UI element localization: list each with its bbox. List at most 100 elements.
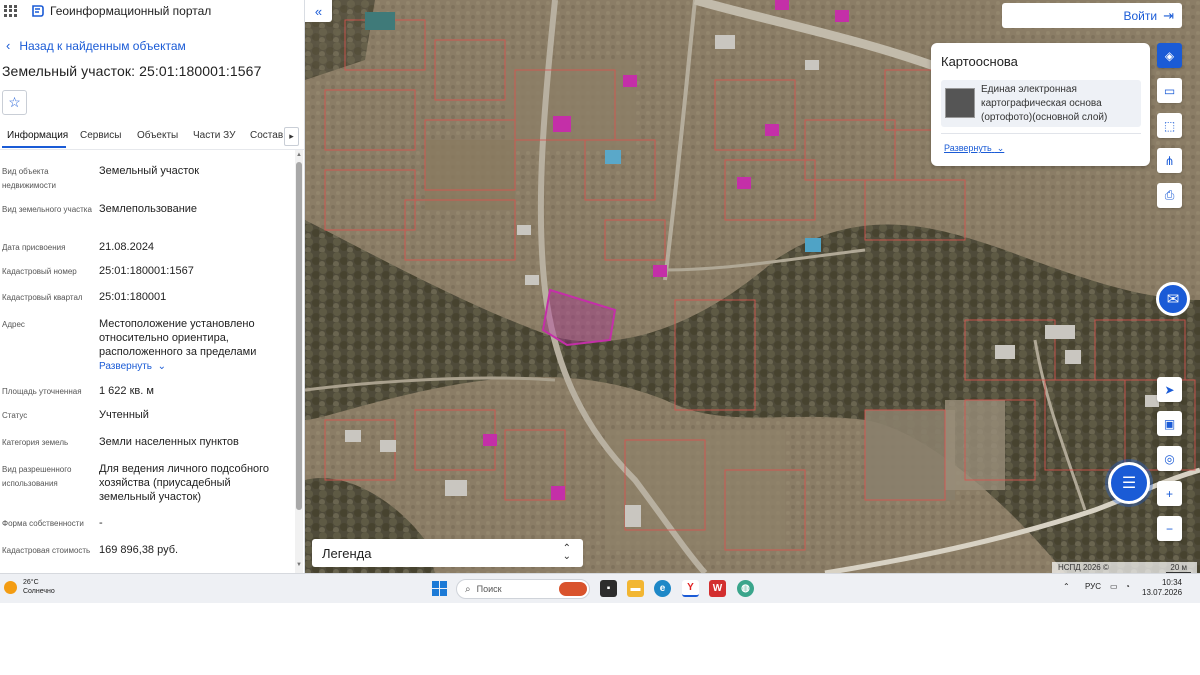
portal-header: Геоинформационный портал — [0, 0, 304, 22]
printer-icon: ⎙ — [1164, 188, 1175, 202]
minimap-button[interactable]: ▣ — [1157, 411, 1182, 436]
chevron-down-icon: ⌄ — [994, 143, 1005, 153]
login-button[interactable]: Войти ⇥ — [1002, 3, 1182, 28]
scroll-up-arrow-icon[interactable]: ▲ — [296, 152, 302, 158]
apps-grid-icon[interactable] — [4, 5, 17, 17]
portal-logo-icon — [32, 5, 44, 17]
message-icon: ☰ — [1121, 475, 1137, 492]
portal-title: Геоинформационный портал — [50, 4, 212, 18]
locate-button[interactable]: ➤ — [1157, 377, 1182, 402]
basemap-layer-name: Единая электронная картографическая осно… — [981, 84, 1108, 123]
login-label: Войти — [1123, 8, 1158, 23]
start-button[interactable] — [432, 581, 447, 596]
taskbar-search[interactable]: ⌕ Поиск — [456, 579, 590, 599]
panel-scrollbar[interactable]: ▲ ▼ — [295, 150, 303, 573]
language-indicator[interactable]: РУС — [1085, 582, 1101, 591]
sun-icon — [4, 580, 17, 594]
prop-label-cadastral-block: Кадастровый квартал — [2, 293, 83, 302]
layers-button[interactable]: ◈ — [1157, 43, 1182, 68]
prop-value-status: Учтенный — [99, 409, 149, 421]
print-button[interactable]: ⎙ — [1157, 183, 1182, 208]
prop-label-land-category: Категория земель — [2, 438, 69, 447]
measure-button[interactable]: ▭ — [1157, 78, 1182, 103]
prop-value-permitted-use: Для ведения личного подсобного хозяйства… — [99, 463, 270, 503]
tabs-scroll-right-button[interactable]: ▸ — [284, 127, 299, 146]
select-area-icon: ⬚ — [1163, 118, 1176, 133]
prop-value-cadastral-value: 169 896,38 руб. — [99, 544, 179, 556]
prop-value-cadastral-number: 25:01:180001:1567 — [99, 265, 194, 277]
support-chat-button[interactable]: ☰ — [1108, 462, 1150, 504]
prop-value-object-type: Земельный участок — [99, 165, 200, 177]
tab-composition[interactable]: Состав — [250, 130, 283, 141]
map-attribution: НСПД 2026 © 20 м — [1052, 562, 1197, 573]
windows-taskbar: 26°C Солнечно ⌕ Поиск ▪ ▬ e Y W ◍ ⌃ РУС … — [0, 573, 1200, 603]
select-area-button[interactable]: ⬚ — [1157, 113, 1182, 138]
search-icon: ⌕ — [465, 583, 471, 595]
scrollbar-thumb[interactable] — [296, 162, 302, 510]
weather-condition: Солнечно — [23, 588, 55, 595]
prop-label-assign-date: Дата присвоения — [2, 243, 66, 252]
back-link-label: Назад к найденным объектам — [19, 38, 186, 53]
globe-app-icon[interactable]: ◍ — [737, 580, 754, 597]
weather-widget[interactable]: 26°C Солнечно — [4, 578, 55, 596]
plus-icon: + — [1165, 486, 1173, 501]
basemap-title: Картооснова — [941, 54, 1018, 69]
collapse-panel-button[interactable]: « — [305, 0, 332, 22]
back-to-results-link[interactable]: ‹ Назад к найденным объектам — [6, 38, 186, 53]
tray-overflow-icon[interactable]: ⌃ — [1063, 582, 1070, 591]
task-view-icon[interactable]: ▪ — [600, 580, 617, 597]
file-explorer-icon[interactable]: ▬ — [627, 580, 644, 597]
basemap-expand-link[interactable]: Развернуть ⌄ — [944, 143, 1004, 154]
system-clock[interactable]: 10:34 13.07.2026 — [1142, 578, 1182, 598]
expand-collapse-icon: ⌃ ⌄ — [562, 543, 571, 562]
display-icon[interactable]: ▭ — [1110, 582, 1118, 591]
temperature: 26°C — [23, 579, 39, 586]
edge-browser-icon[interactable]: e — [654, 580, 671, 597]
tab-bar: Информация Сервисы Объекты Части ЗУ Сост… — [0, 124, 304, 150]
prop-label-cadastral-value: Кадастровая стоимость — [2, 546, 91, 555]
basemap-thumbnail — [945, 88, 975, 118]
active-tab-indicator — [2, 146, 66, 148]
prop-label-cadastral-number: Кадастровый номер — [2, 267, 77, 276]
chat-bubble-icon: ✉ — [1166, 291, 1180, 308]
prop-value-ownership: - — [99, 517, 103, 529]
yandex-browser-icon[interactable]: Y — [682, 580, 699, 597]
scroll-down-arrow-icon[interactable]: ▼ — [296, 562, 302, 568]
geolocation-button[interactable]: ◎ — [1157, 446, 1182, 471]
object-info-panel: Геоинформационный портал ‹ Назад к найде… — [0, 0, 305, 573]
zoom-out-button[interactable]: − — [1157, 516, 1182, 541]
tab-objects[interactable]: Объекты — [137, 130, 178, 141]
prop-label-object-type: Вид объекта недвижимости — [2, 167, 56, 190]
double-chevron-left-icon: « — [314, 3, 323, 19]
network-icon[interactable]: ◔ — [1125, 582, 1130, 591]
prop-label-parcel-type: Вид земельного участка — [2, 205, 92, 214]
prop-label-status: Статус — [2, 411, 28, 420]
address-expand-label: Развернуть — [99, 361, 153, 372]
tab-parts[interactable]: Части ЗУ — [193, 130, 235, 141]
tab-services[interactable]: Сервисы — [80, 130, 121, 141]
prop-label-permitted-use: Вид разрешенного использования — [2, 465, 72, 488]
chevron-right-icon: ▸ — [289, 131, 294, 141]
prop-label-address: Адрес — [2, 320, 25, 329]
share-icon: ⋔ — [1164, 153, 1175, 168]
legend-toggle[interactable]: Легенда ⌃ ⌄ — [312, 539, 583, 567]
tab-information[interactable]: Информация — [7, 130, 68, 141]
share-button[interactable]: ⋔ — [1157, 148, 1182, 173]
favorite-button[interactable]: ☆ — [2, 90, 27, 115]
chevron-down-icon: ⌄ — [154, 361, 166, 372]
prop-label-ownership: Форма собственности — [2, 519, 84, 528]
basemap-layer-item[interactable]: Единая электронная картографическая осно… — [941, 80, 1141, 127]
zoom-in-button[interactable]: + — [1157, 481, 1182, 506]
basemap-card: Картооснова Единая электронная картограф… — [931, 43, 1150, 166]
layers-icon: ◈ — [1164, 48, 1175, 63]
prop-value-address: Местоположение установлено относительно … — [99, 318, 257, 358]
assistant-button[interactable]: ✉ — [1156, 282, 1190, 316]
prop-value-area: 1 622 кв. м — [99, 385, 154, 397]
clock-date: 13.07.2026 — [1142, 588, 1183, 597]
address-expand-link[interactable]: Развернуть ⌄ — [99, 361, 166, 372]
prop-value-cadastral-block: 25:01:180001 — [99, 291, 167, 303]
target-icon: ◎ — [1164, 451, 1175, 466]
search-highlight-icon — [559, 582, 587, 596]
legend-label: Легенда — [322, 545, 372, 561]
office-app-icon[interactable]: W — [709, 580, 726, 597]
